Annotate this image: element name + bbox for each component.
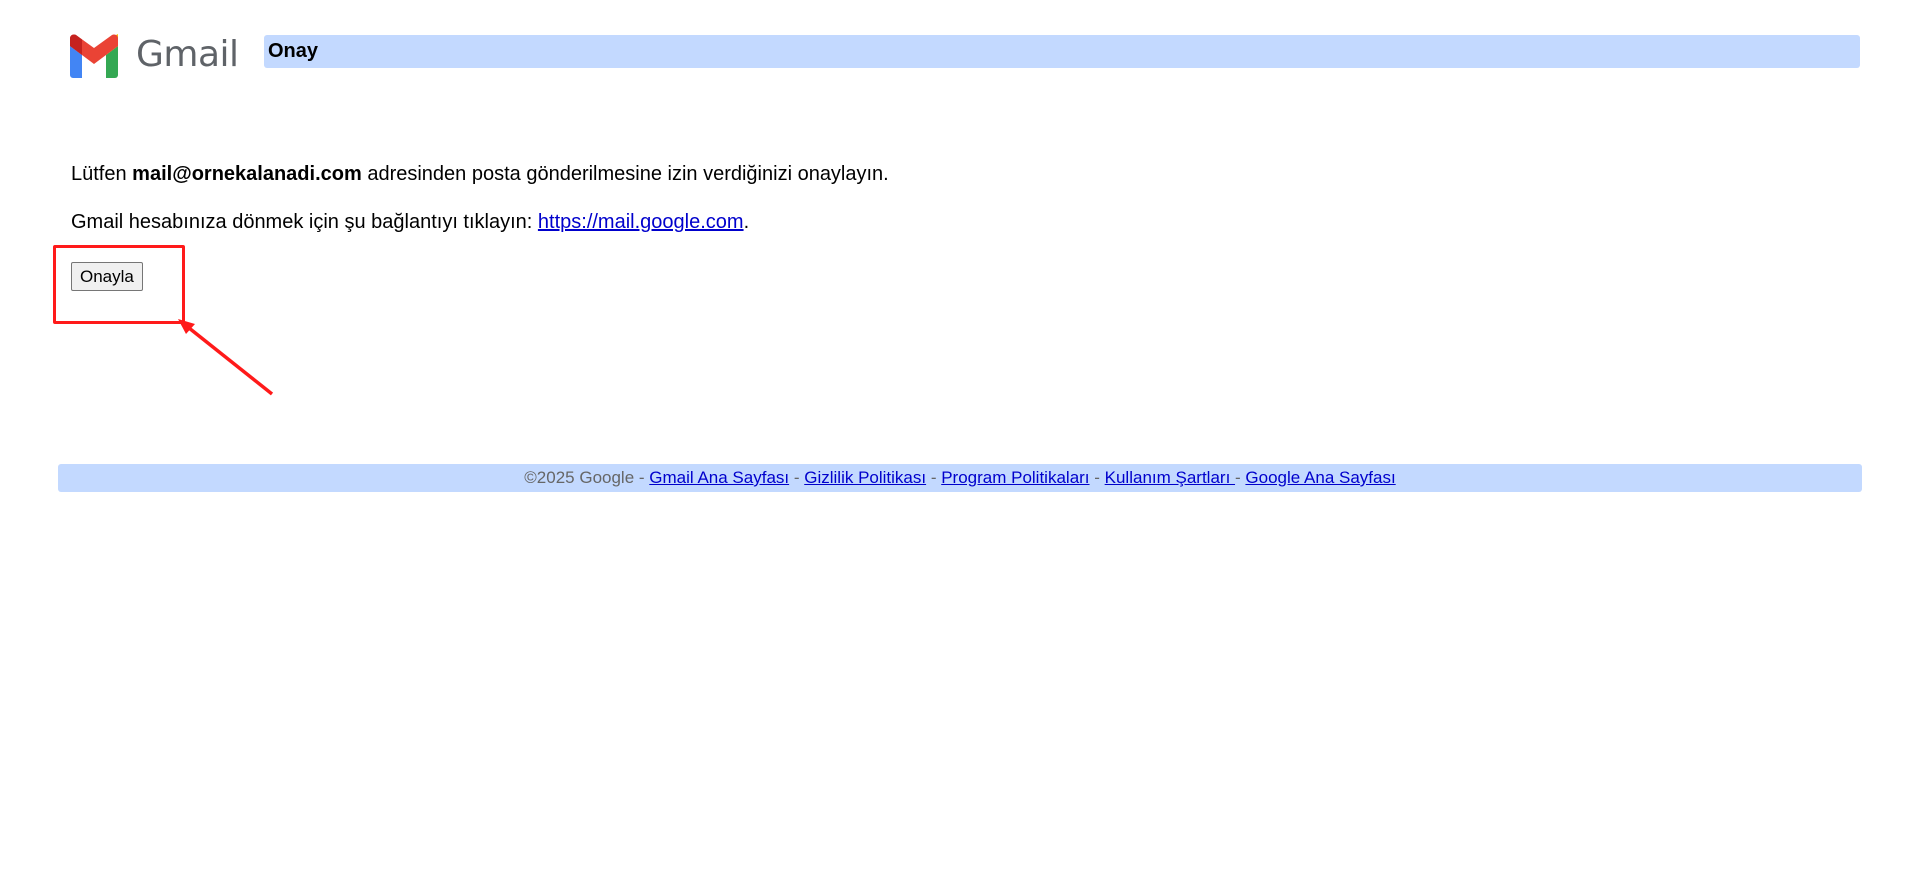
gmail-link[interactable]: https://mail.google.com [538, 211, 744, 233]
footer-link-privacy[interactable]: Gizlilik Politikası [804, 468, 926, 487]
email-address: mail@ornekalanadi.com [132, 163, 362, 185]
gmail-m-icon [70, 34, 118, 78]
header: Gmail Onay [66, 32, 1860, 80]
message-prefix: Lütfen [71, 163, 133, 185]
return-suffix: . [743, 211, 750, 233]
message-suffix: adresinden posta gönderilmesine izin ver… [361, 163, 889, 185]
separator: - [634, 468, 650, 487]
gmail-wordmark: Gmail [136, 34, 239, 75]
title-bar: Onay [264, 35, 1860, 68]
return-prefix: Gmail hesabınıza dönmek için şu bağlantı… [71, 211, 538, 233]
footer: ©2025 Google - Gmail Ana Sayfası - Gizli… [58, 464, 1862, 492]
footer-link-terms[interactable]: Kullanım Şartları [1105, 468, 1235, 487]
gmail-logo[interactable]: Gmail [66, 32, 239, 78]
message-area: Lütfen mail@ornekalanadi.com adresinden … [71, 162, 889, 258]
footer-link-program-policies[interactable]: Program Politikaları [941, 468, 1089, 487]
footer-link-gmail-home[interactable]: Gmail Ana Sayfası [649, 468, 789, 487]
return-message: Gmail hesabınıza dönmek için şu bağlantı… [71, 210, 889, 234]
separator: - [789, 468, 805, 487]
footer-link-google-home[interactable]: Google Ana Sayfası [1245, 468, 1395, 487]
annotation-arrow-icon [178, 319, 274, 396]
separator: - [1089, 468, 1105, 487]
separator: - [926, 468, 942, 487]
page-title: Onay [268, 40, 319, 62]
confirm-message: Lütfen mail@ornekalanadi.com adresinden … [71, 162, 889, 186]
copyright: ©2025 Google [524, 468, 635, 487]
annotation-highlight-box [53, 245, 185, 324]
separator: - [1235, 468, 1246, 487]
